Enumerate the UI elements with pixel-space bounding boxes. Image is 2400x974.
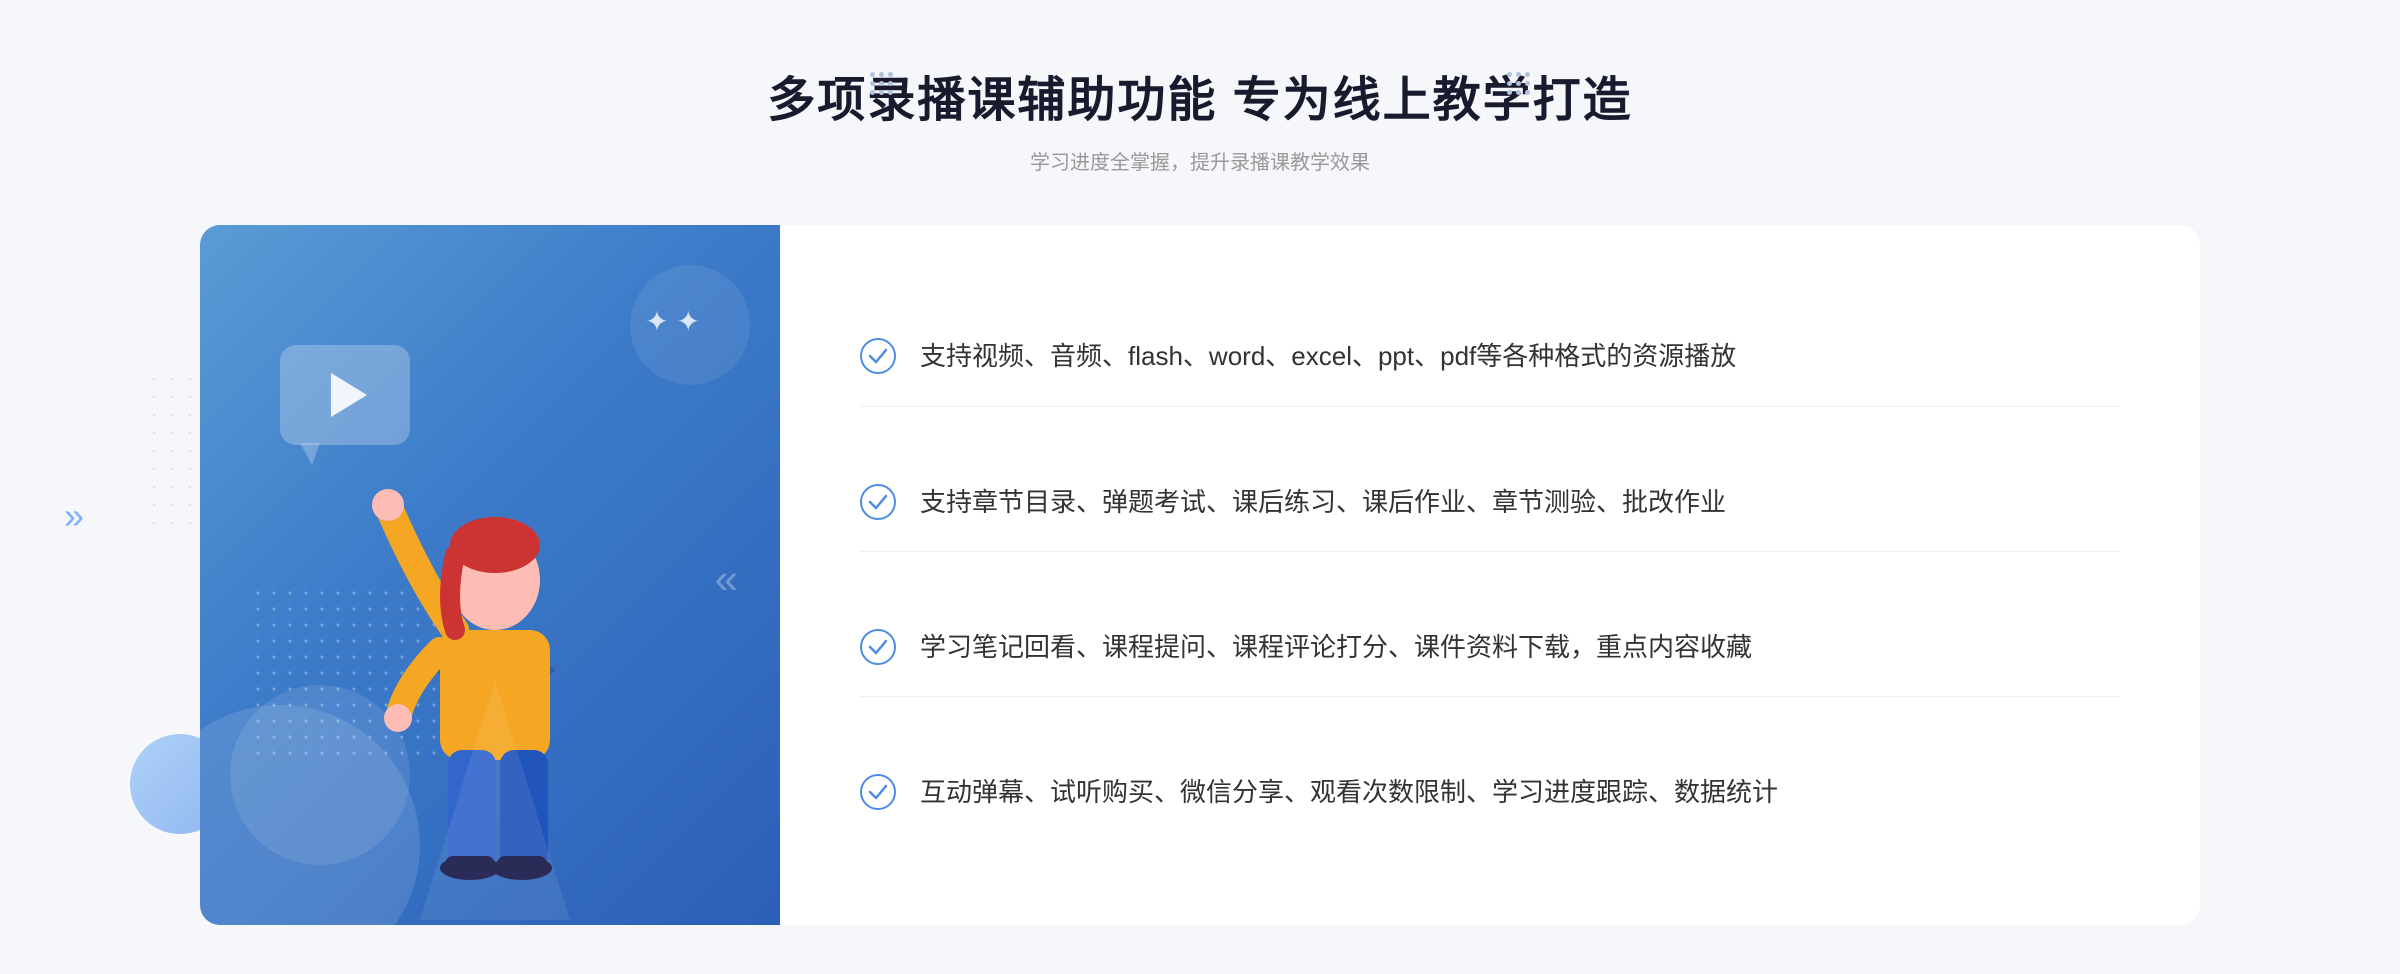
person-figure <box>300 400 680 925</box>
feature-item-4: 互动弹幕、试听购买、微信分享、观看次数限制、学习进度跟踪、数据统计 <box>860 744 2120 842</box>
dec-dot <box>1507 90 1512 95</box>
header-deco-left <box>870 72 893 95</box>
dec-dot <box>888 81 893 86</box>
feature-text-3: 学习笔记回看、课程提问、课程评论打分、课件资料下载，重点内容收藏 <box>920 627 1752 669</box>
dec-dot <box>1525 81 1530 86</box>
feature-text-1: 支持视频、音频、flash、word、excel、ppt、pdf等各种格式的资源… <box>920 336 1736 378</box>
check-icon-2 <box>860 484 896 520</box>
dec-dot <box>879 81 884 86</box>
arrow-left-decoration: » <box>64 495 84 537</box>
dec-dot <box>1516 81 1521 86</box>
feature-item-3: 学习笔记回看、课程提问、课程评论打分、课件资料下载，重点内容收藏 <box>860 599 2120 698</box>
dec-dot <box>870 81 875 86</box>
check-icon-1 <box>860 338 896 374</box>
dec-dot <box>870 90 875 95</box>
illustration-card: ✦ ✦ « <box>200 225 780 925</box>
header-section: 多项录播课辅助功能 专为线上教学打造 学习进度全掌握，提升录播课教学效果 <box>0 0 2400 205</box>
chevrons-decoration: « <box>715 555 730 603</box>
dec-dot <box>879 90 884 95</box>
dec-dot <box>879 72 884 77</box>
feature-item-2: 支持章节目录、弹题考试、课后练习、课后作业、章节测验、批改作业 <box>860 454 2120 553</box>
main-title: 多项录播课辅助功能 专为线上教学打造 <box>0 60 2400 130</box>
dec-dot <box>1525 72 1530 77</box>
dec-dot <box>1507 72 1512 77</box>
dec-dot <box>888 90 893 95</box>
check-icon-3 <box>860 629 896 665</box>
sparkle-decoration: ✦ ✦ <box>645 305 700 338</box>
dec-dot <box>870 72 875 77</box>
features-card: 支持视频、音频、flash、word、excel、ppt、pdf等各种格式的资源… <box>780 225 2200 925</box>
feature-text-2: 支持章节目录、弹题考试、课后练习、课后作业、章节测验、批改作业 <box>920 482 1726 524</box>
dec-dot <box>1516 90 1521 95</box>
dec-dot <box>1507 81 1512 86</box>
page-wrapper: » <box>0 0 2400 925</box>
header-deco-right <box>1507 72 1530 95</box>
check-icon-4 <box>860 774 896 810</box>
sub-title: 学习进度全掌握，提升录播课教学效果 <box>0 146 2400 175</box>
dec-dot <box>1525 90 1530 95</box>
feature-item-1: 支持视频、音频、flash、word、excel、ppt、pdf等各种格式的资源… <box>860 308 2120 407</box>
content-area: ✦ ✦ « <box>0 225 2400 925</box>
dec-dot <box>888 72 893 77</box>
dec-dot <box>1516 72 1521 77</box>
feature-text-4: 互动弹幕、试听购买、微信分享、观看次数限制、学习进度跟踪、数据统计 <box>920 772 1778 814</box>
